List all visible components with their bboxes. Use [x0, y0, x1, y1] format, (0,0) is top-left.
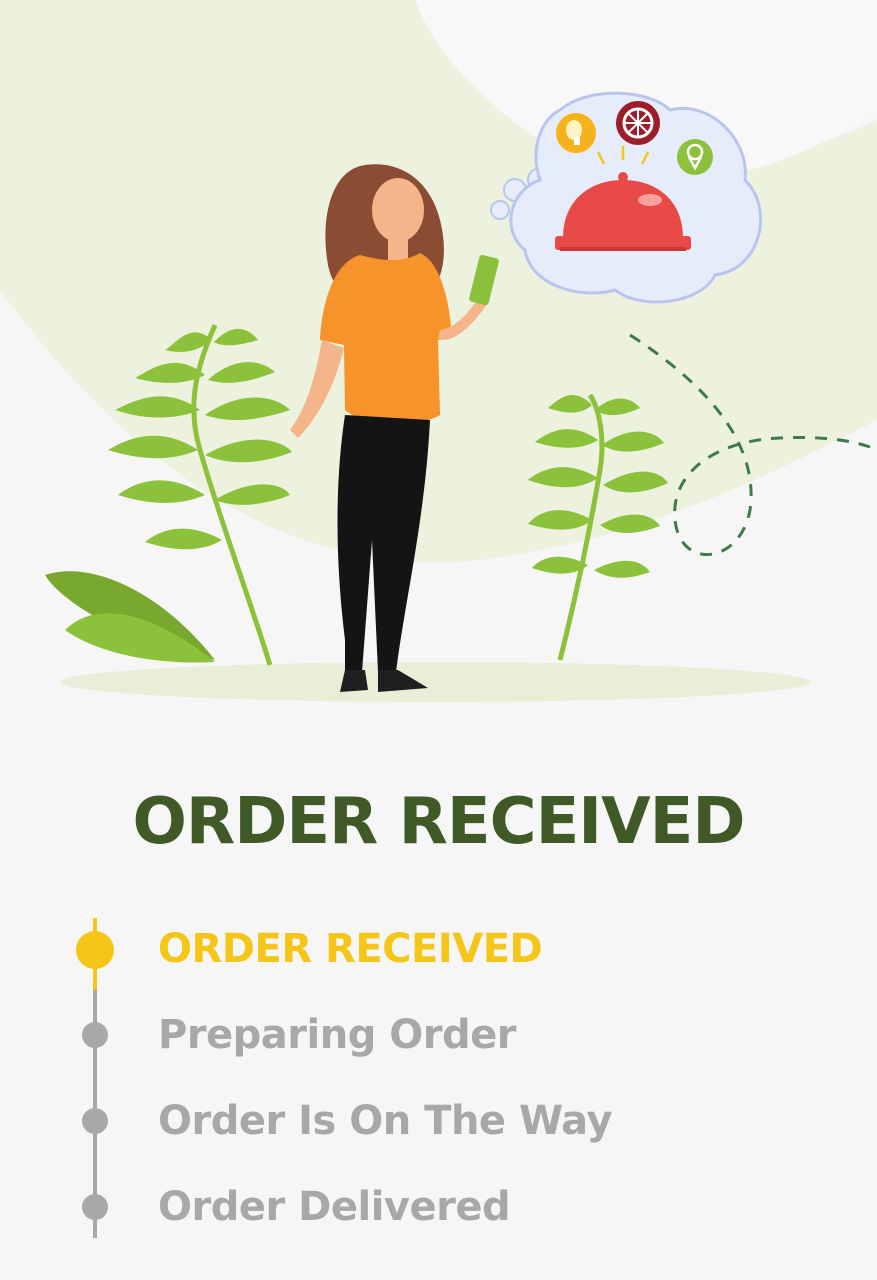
pizza-icon: [616, 101, 660, 145]
page-title: ORDER RECEIVED: [132, 785, 746, 859]
step-label: Order Is On The Way: [158, 1098, 613, 1144]
step-indicator-pending: [82, 1108, 108, 1134]
step-label: Order Delivered: [158, 1184, 511, 1230]
step-indicator-pending: [82, 1194, 108, 1220]
drumstick-icon: [556, 113, 596, 153]
step-label: Preparing Order: [158, 1012, 517, 1058]
order-progress-timeline: ORDER RECEIVED Preparing Order Order Is …: [0, 900, 877, 1260]
timeline-step-preparing-order: Preparing Order: [0, 1005, 877, 1065]
step-label: ORDER RECEIVED: [158, 926, 543, 972]
step-indicator-active: [76, 931, 114, 969]
step-indicator-pending: [82, 1022, 108, 1048]
timeline-step-order-on-the-way: Order Is On The Way: [0, 1091, 877, 1151]
timeline-step-order-received: ORDER RECEIVED: [0, 919, 877, 979]
hero-illustration: [0, 0, 877, 720]
ice-cream-icon: [677, 139, 713, 175]
timeline-step-order-delivered: Order Delivered: [0, 1177, 877, 1237]
